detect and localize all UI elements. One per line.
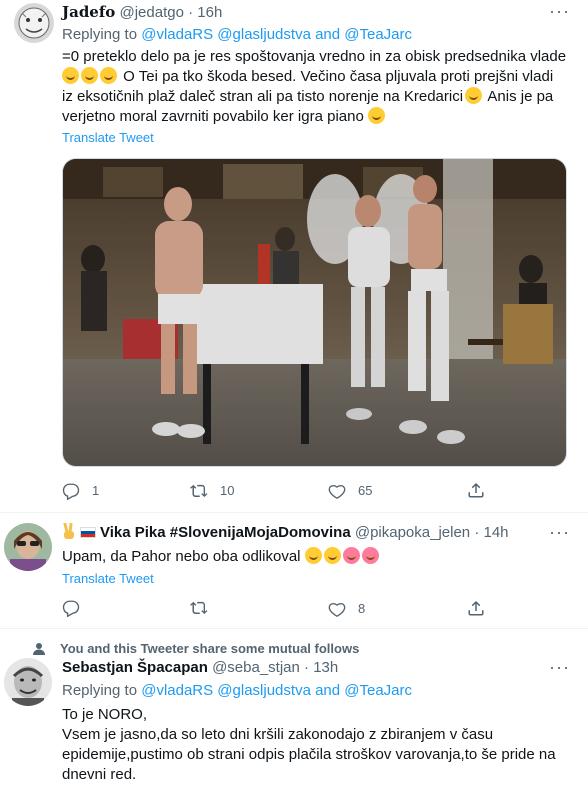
timestamp[interactable]: 16h (197, 4, 222, 21)
separator: · (474, 524, 480, 541)
emoji-icon (81, 67, 98, 84)
timestamp[interactable]: 13h (313, 659, 338, 676)
handle[interactable]: @jedatgo (119, 4, 183, 21)
separator: · (304, 659, 310, 676)
reply-button[interactable]: 1 (62, 481, 99, 501)
share-button[interactable] (467, 599, 485, 617)
reply-button[interactable] (62, 599, 92, 617)
tweet-actions: 8 (62, 599, 522, 619)
retweet-icon (190, 601, 208, 614)
reply-icon (62, 483, 80, 500)
retweet-icon (190, 484, 208, 497)
retweet-count: 10 (220, 483, 235, 498)
emoji-icon (100, 67, 117, 84)
tweet-header: Jadefo @jedatgo · 16h (62, 2, 222, 23)
emoji-icon (62, 67, 79, 84)
victory-hand-icon (63, 523, 74, 539)
avatar[interactable] (4, 523, 52, 571)
replying-accounts[interactable]: @vladaRS @glasljudstva and @TeaJarc (141, 26, 412, 43)
translate-tweet-link[interactable]: Translate Tweet (62, 571, 154, 587)
tweet-text: Upam, da Pahor nebo oba odlikoval (62, 547, 567, 567)
emoji-icon (342, 547, 360, 564)
emoji-icon (368, 107, 385, 124)
text-line: epidemije,pustimo ob strani odpis plačil… (62, 746, 556, 763)
like-icon (328, 485, 346, 499)
text-line: =0 preteklo delo pa je res spoštovanja v… (62, 48, 567, 65)
tweet-media-image[interactable] (62, 158, 567, 467)
tweet-sebastjan[interactable]: Sebastjan Špacapan @seba_stjan · 13h ···… (0, 656, 588, 786)
more-icon[interactable]: ··· (549, 523, 570, 541)
replying-prefix: Replying to (62, 682, 138, 699)
tweet-text: To je NORO, Vsem je jasno,da so leto dni… (62, 705, 577, 785)
text-line: To je NORO, (62, 706, 148, 723)
more-icon[interactable]: ··· (549, 2, 570, 20)
reply-icon (62, 600, 80, 617)
tweet-jadefo[interactable]: Jadefo @jedatgo · 16h ··· Replying to @v… (0, 0, 588, 510)
like-button[interactable]: 8 (328, 599, 365, 619)
share-button[interactable] (467, 481, 485, 499)
handle[interactable]: @seba_stjan (212, 659, 300, 676)
text-line-4: verjetno moral zavrniti povabilo ker igr… (62, 107, 567, 127)
replying-to: Replying to @vladaRS @glasljudstva and @… (62, 681, 412, 701)
like-count: 65 (358, 483, 373, 498)
tweet-actions: 1 10 65 (62, 481, 522, 501)
share-icon (468, 600, 484, 616)
display-name[interactable]: Jadefo (62, 3, 115, 21)
emoji-icon (323, 547, 341, 564)
like-icon (328, 603, 346, 617)
replying-accounts[interactable]: @vladaRS @glasljudstva and @TeaJarc (141, 682, 412, 699)
handle[interactable]: @pikapoka_jelen (355, 524, 470, 541)
tweet-header: Vika Pika #SlovenijaMojaDomovina @pikapo… (62, 523, 509, 543)
text-line-3: iz eksotičnih plaž daleč stran ali pa ti… (62, 87, 554, 105)
emoji-icon (361, 547, 379, 564)
reply-count: 1 (92, 483, 100, 498)
separator: · (188, 4, 194, 21)
display-name[interactable]: Vika Pika #SlovenijaMojaDomovina (100, 524, 351, 541)
text-line: dnevni red. (62, 766, 137, 783)
text-line: Vsem je jasno,da so leto dni kršili zako… (62, 726, 494, 743)
replying-to: Replying to @vladaRS @glasljudstva and @… (62, 25, 412, 45)
tweet-vika-pika[interactable]: Vika Pika #SlovenijaMojaDomovina @pikapo… (0, 513, 588, 633)
avatar[interactable] (4, 658, 52, 706)
share-icon (468, 482, 484, 498)
like-count: 8 (358, 601, 366, 616)
slovenia-flag-icon (80, 527, 96, 538)
more-icon[interactable]: ··· (549, 658, 570, 676)
timestamp[interactable]: 14h (484, 524, 509, 541)
divider (0, 628, 588, 629)
avatar[interactable] (14, 3, 54, 43)
retweet-button[interactable]: 10 (190, 481, 234, 501)
display-name[interactable]: Sebastjan Špacapan (62, 659, 208, 676)
person-icon (33, 643, 45, 655)
like-button[interactable]: 65 (328, 481, 372, 501)
emoji-icon (304, 547, 322, 564)
tweet-text: =0 preteklo delo pa je res spoštovanja v… (62, 47, 567, 127)
translate-tweet-link[interactable]: Translate Tweet (62, 130, 154, 146)
replying-prefix: Replying to (62, 26, 138, 43)
tweet-header: Sebastjan Špacapan @seba_stjan · 13h (62, 658, 338, 678)
text-line-2: O Tei pa tko škoda besed. Večino časa pl… (62, 67, 567, 87)
retweet-button[interactable] (190, 599, 220, 617)
emoji-icon (465, 87, 483, 104)
